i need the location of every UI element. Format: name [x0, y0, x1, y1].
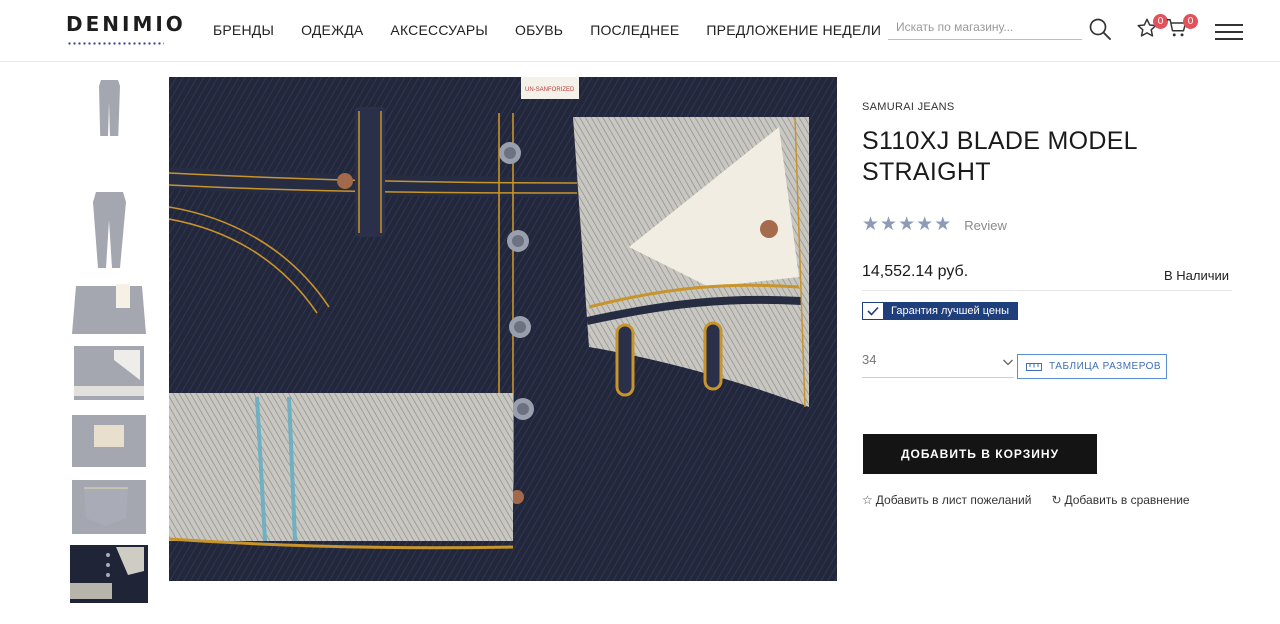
jeans-front-full-thumb [70, 78, 148, 136]
nav-item-shoes[interactable]: ОБУВЬ [515, 22, 563, 38]
jeans-fly-closeup-image: UN-SANFORIZED [169, 77, 837, 581]
product-price: 14,552.14 руб. [862, 263, 969, 280]
rating-row: ★ ★ ★ ★ ★ Review [862, 215, 1007, 235]
size-table-button[interactable]: ТАБЛИЦА РАЗМЕРОВ [1017, 354, 1167, 379]
search-input[interactable] [888, 14, 1082, 40]
best-price-guarantee-label: Гарантия лучшей цены [883, 303, 1018, 319]
wishlist-button[interactable]: 0 [1136, 14, 1168, 43]
jeans-button-fly-thumb [70, 545, 148, 603]
hamburger-menu-icon[interactable] [1215, 24, 1243, 42]
nav-item-deal-of-week[interactable]: ПРЕДЛОЖЕНИЕ НЕДЕЛИ [706, 22, 881, 38]
product-title: S110XJ BLADE MODEL STRAIGHT [862, 127, 1137, 186]
add-to-wishlist-label: Добавить в лист пожеланий [875, 493, 1032, 507]
jeans-leather-patch-thumb [70, 411, 148, 469]
ruler-icon [1026, 362, 1042, 371]
add-to-compare-link[interactable]: ↻ Добавить в сравнение [1051, 493, 1189, 507]
product-brand[interactable]: SAMURAI JEANS [862, 101, 955, 113]
add-to-compare-label: Добавить в сравнение [1064, 493, 1190, 507]
rating-star-icon: ★ [934, 214, 952, 235]
rating-star-icon: ★ [880, 214, 898, 235]
refresh-compare-icon: ↻ [1051, 493, 1062, 507]
thumbnail-2[interactable] [70, 190, 148, 270]
main-product-image[interactable]: UN-SANFORIZED [169, 77, 837, 581]
thumbnail-5[interactable] [70, 411, 148, 469]
logo-dotted-underline [67, 42, 164, 45]
thumbnail-3[interactable] [70, 278, 148, 336]
main-nav: БРЕНДЫ ОДЕЖДА АКСЕССУАРЫ ОБУВЬ ПОСЛЕДНЕЕ… [213, 22, 908, 38]
nav-item-latest[interactable]: ПОСЛЕДНЕЕ [590, 22, 679, 38]
chevron-down-icon [1003, 359, 1013, 366]
thumbnail-6[interactable] [70, 478, 148, 536]
cart-count-badge: 0 [1183, 14, 1198, 29]
divider [862, 290, 1232, 291]
jeans-back-full-thumb [70, 190, 148, 270]
checkmark-icon [863, 303, 883, 319]
nav-item-accessories[interactable]: АКСЕССУАРЫ [390, 22, 488, 38]
site-header: DENIMIO БРЕНДЫ ОДЕЖДА АКСЕССУАРЫ ОБУВЬ П… [0, 0, 1280, 62]
secondary-actions: ☆ Добавить в лист пожеланий ↻ Добавить в… [862, 493, 1210, 507]
rating-star-icon: ★ [916, 214, 934, 235]
thumbnail-7-active[interactable] [70, 545, 148, 603]
logo[interactable]: DENIMIO [66, 12, 186, 49]
thumbnail-1[interactable] [70, 78, 148, 136]
add-to-wishlist-link[interactable]: ☆ Добавить в лист пожеланий [862, 493, 1031, 507]
stock-status: В Наличии [1164, 268, 1230, 283]
rating-star-icon: ★ [898, 214, 916, 235]
review-link[interactable]: Review [964, 218, 1007, 233]
jeans-waist-label-thumb [70, 278, 148, 336]
search-bar [888, 14, 1116, 42]
star-outline-icon: ☆ [862, 493, 873, 507]
jeans-fly-closeup-thumb [70, 344, 148, 402]
search-icon[interactable] [1088, 17, 1112, 41]
size-selected-value: 34 [862, 352, 877, 367]
add-to-cart-button[interactable]: ДОБАВИТЬ В КОРЗИНУ [863, 434, 1097, 474]
nav-item-clothing[interactable]: ОДЕЖДА [301, 22, 363, 38]
size-table-label: ТАБЛИЦА РАЗМЕРОВ [1049, 361, 1162, 372]
jeans-pocket-thumb [70, 478, 148, 536]
logo-text: DENIMIO [66, 12, 186, 36]
thumbnail-4[interactable] [70, 344, 148, 402]
cart-button[interactable]: 0 [1166, 14, 1198, 43]
rating-star-icon: ★ [862, 214, 880, 235]
nav-item-brands[interactable]: БРЕНДЫ [213, 22, 274, 38]
size-select[interactable]: 34 [862, 348, 1014, 378]
best-price-guarantee-badge[interactable]: Гарантия лучшей цены [862, 302, 1019, 320]
main-image-tag-label: UN-SANFORIZED [525, 87, 575, 93]
